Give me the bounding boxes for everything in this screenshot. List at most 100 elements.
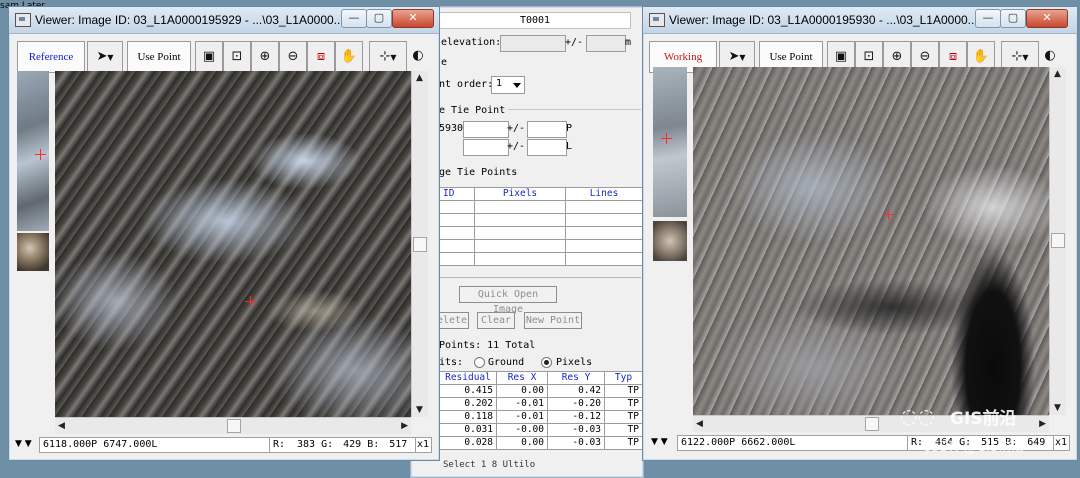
fit-tool[interactable]: ▣: [195, 41, 223, 73]
tie-pixel-input[interactable]: [463, 121, 509, 138]
tie-pixel-tolerance-input[interactable]: [527, 121, 567, 138]
table-row[interactable]: [439, 213, 643, 227]
left-vertical-scrollbar[interactable]: ▲ ▼: [411, 71, 428, 417]
thumbnail-crosshair: [661, 133, 672, 144]
table-row[interactable]: [439, 226, 643, 240]
right-overview-thumbnail[interactable]: [653, 67, 687, 217]
table1-header-pixels[interactable]: Pixels: [474, 187, 566, 201]
table-row[interactable]: 0.031 -0.00 -0.03 TP: [439, 423, 643, 437]
right-zoom-thumbnail[interactable]: [653, 221, 687, 261]
left-viewer-titlebar[interactable]: Viewer: Image ID: 03_L1A0000195929 - ...…: [9, 7, 439, 34]
table-row[interactable]: 0.028 0.00 -0.03 TP: [439, 436, 643, 450]
right-main-image[interactable]: [693, 67, 1049, 415]
delete-button[interactable]: elete: [435, 312, 469, 329]
table-row[interactable]: [439, 252, 643, 266]
zoom-out-tool[interactable]: ⊖: [279, 41, 307, 73]
table-divider: [439, 277, 641, 278]
cursor-tool[interactable]: ➤▼: [87, 41, 123, 73]
wechat-icon: ◌◌: [900, 404, 935, 428]
tie-line-plusminus: +/-: [507, 141, 526, 152]
nav-arrows-icon[interactable]: ▼ ▼: [15, 437, 32, 452]
elevation-input[interactable]: [500, 35, 566, 52]
scroll-right-icon[interactable]: ▶: [401, 421, 408, 431]
contrast-tool[interactable]: ◐: [407, 41, 429, 71]
quick-open-image-button[interactable]: Quick Open Image: [459, 286, 557, 315]
r-label: R:: [273, 439, 286, 450]
maximize-button[interactable]: ▢: [1000, 9, 1026, 28]
tie-line-input[interactable]: [463, 139, 509, 156]
use-point-button[interactable]: Use Point: [127, 41, 191, 73]
minimize-button[interactable]: —: [341, 9, 367, 28]
residual-header[interactable]: Residual: [439, 371, 497, 385]
right-viewer-titlebar[interactable]: Viewer: Image ID: 03_L1A0000195930 - ...…: [643, 7, 1077, 34]
tie-line-unit: L: [566, 141, 573, 152]
transform-tool[interactable]: ⊹▼: [369, 41, 407, 73]
scroll-left-icon[interactable]: ◀: [58, 421, 65, 431]
table-row[interactable]: [439, 200, 643, 214]
rgb-readout: R: 383 G: 429 B: 517: [269, 437, 416, 453]
left-overview-thumbnail[interactable]: [17, 71, 49, 231]
minimize-button[interactable]: —: [975, 9, 1001, 28]
pan-hand-icon: ✋: [340, 49, 358, 64]
resx-cell: -0.01: [496, 410, 548, 424]
scroll-thumb[interactable]: [1051, 233, 1065, 248]
scroll-up-icon[interactable]: ▲: [416, 73, 423, 83]
tie-point-section-label: e Tie Point: [439, 105, 509, 116]
gcp-crosshair: [245, 296, 256, 307]
scroll-thumb[interactable]: [865, 417, 879, 431]
new-point-button[interactable]: New Point: [524, 312, 582, 329]
scroll-thumb[interactable]: [227, 419, 241, 433]
left-status-bar: ▼ ▼ 6118.000P 6747.000L R: 383 G: 429 B:…: [13, 437, 433, 453]
tie-line-tolerance-input[interactable]: [527, 139, 567, 156]
left-viewer-title: Viewer: Image ID: 03_L1A0000195929 - ...…: [35, 13, 344, 27]
clear-button[interactable]: Clear: [477, 312, 515, 329]
scroll-left-icon[interactable]: ◀: [696, 419, 703, 429]
zoom-region-tool[interactable]: ⧈: [307, 41, 335, 73]
units-ground-radio[interactable]: [474, 357, 485, 368]
scroll-down-icon[interactable]: ▼: [416, 405, 423, 415]
table-row[interactable]: 0.118 -0.01 -0.12 TP: [439, 410, 643, 424]
order-label: nt order:: [439, 79, 494, 90]
scroll-thumb[interactable]: [413, 237, 427, 252]
elevation-plusminus: +/-: [565, 37, 584, 48]
left-horizontal-scrollbar[interactable]: ◀ ▶: [55, 417, 411, 434]
table-row[interactable]: 0.202 -0.01 -0.20 TP: [439, 397, 643, 411]
b-label: B:: [367, 439, 380, 450]
scroll-up-icon[interactable]: ▲: [1054, 69, 1061, 79]
viewer-app-icon: [15, 13, 31, 27]
maximize-button[interactable]: ▢: [366, 9, 392, 28]
table-row[interactable]: [439, 239, 643, 253]
resx-cell: -0.01: [496, 397, 548, 411]
units-pixels-radio[interactable]: [541, 357, 552, 368]
zoom-box-tool[interactable]: ⊡: [223, 41, 251, 73]
nav-arrows-icon[interactable]: ▼ ▼: [651, 435, 668, 450]
zoom-in-icon: ⊕: [259, 49, 271, 64]
zoom-in-tool[interactable]: ⊕: [251, 41, 279, 73]
reference-mode-button[interactable]: Reference: [17, 41, 85, 73]
contrast-icon: ◐: [412, 48, 424, 63]
left-viewer-window: Viewer: Image ID: 03_L1A0000195929 - ...…: [8, 6, 440, 461]
coordinate-readout: 6122.000P 6662.000L: [677, 435, 908, 451]
order-select[interactable]: 1: [491, 76, 525, 94]
residual-cell: 0.202: [439, 397, 497, 411]
right-viewer-window: Viewer: Image ID: 03_L1A0000195930 - ...…: [642, 6, 1078, 461]
table1-header-lines[interactable]: Lines: [565, 187, 643, 201]
resx-header[interactable]: Res X: [496, 371, 548, 385]
elevation-tolerance-input[interactable]: [586, 35, 626, 52]
right-viewer-title: Viewer: Image ID: 03_L1A0000195930 - ...…: [669, 13, 978, 27]
points-total-label: Points: 11 Total: [439, 340, 536, 351]
zoom-region-icon: ⧈: [948, 49, 958, 64]
table1-header-id[interactable]: ID: [439, 187, 475, 201]
resy-cell: -0.03: [547, 423, 605, 437]
left-zoom-thumbnail[interactable]: [17, 233, 49, 271]
close-button[interactable]: ✕: [392, 9, 434, 28]
resy-header[interactable]: Res Y: [547, 371, 605, 385]
right-vertical-scrollbar[interactable]: ▲ ▼: [1049, 67, 1066, 415]
close-button[interactable]: ✕: [1026, 9, 1068, 28]
gcp-id-field[interactable]: T0001: [439, 12, 631, 29]
chevron-down-icon: ▼: [1022, 53, 1029, 62]
table-row[interactable]: 0.415 0.00 0.42 TP: [439, 384, 643, 398]
pan-tool[interactable]: ✋: [335, 41, 363, 73]
type-header[interactable]: Typ: [604, 371, 643, 385]
left-main-image[interactable]: [55, 71, 411, 417]
